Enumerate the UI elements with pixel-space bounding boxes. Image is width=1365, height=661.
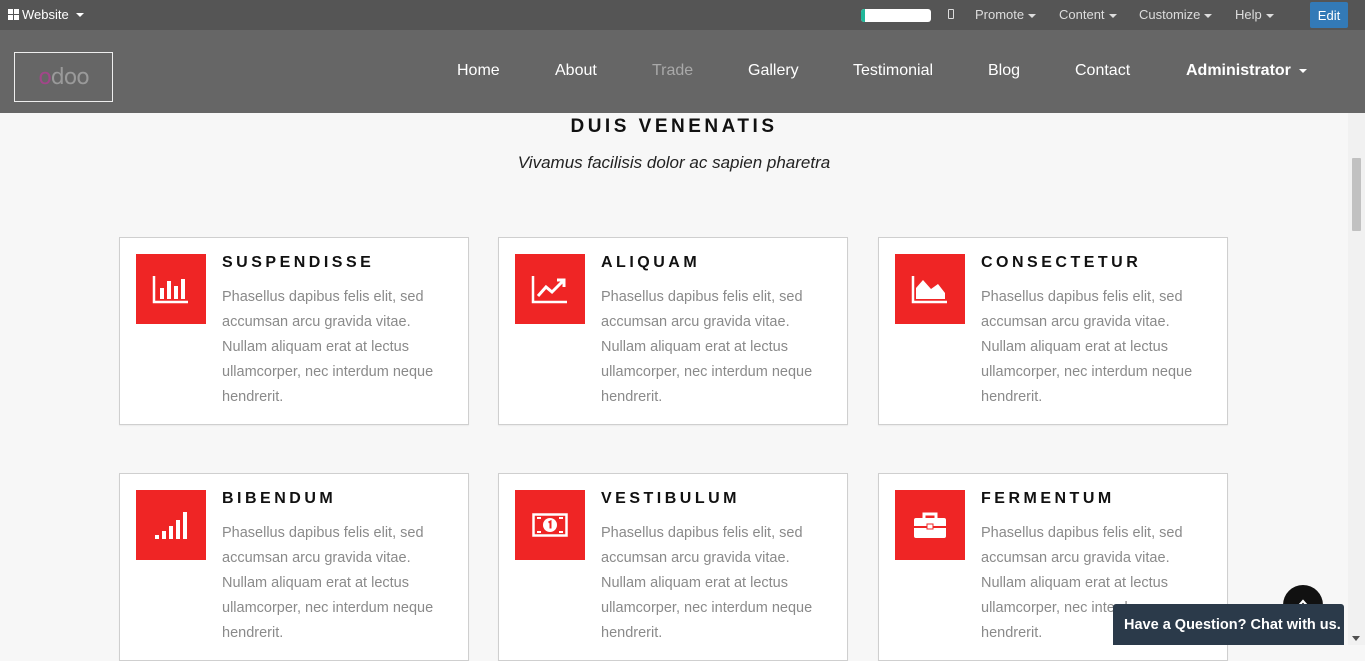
customize-menu[interactable]: Customize <box>1139 7 1213 22</box>
nav-trade[interactable]: Trade <box>652 62 693 80</box>
website-menu-label: Website <box>22 7 69 22</box>
caret-down-icon <box>1204 13 1213 18</box>
caret-down-icon <box>1265 13 1274 18</box>
bar-chart-icon <box>136 254 206 324</box>
edit-button[interactable]: Edit <box>1310 2 1348 28</box>
card-text: Phasellus dapibus felis elit, sed accums… <box>601 525 813 641</box>
line-chart-icon <box>515 254 585 324</box>
nav-home[interactable]: Home <box>457 62 500 80</box>
promote-menu-label: Promote <box>975 7 1025 22</box>
user-menu[interactable]: Administrator <box>1186 62 1307 80</box>
signal-icon <box>136 490 206 560</box>
briefcase-icon <box>895 490 965 560</box>
content-menu-label: Content <box>1059 7 1105 22</box>
caret-down-icon <box>75 12 84 17</box>
nav-contact[interactable]: Contact <box>1075 62 1130 80</box>
caret-down-icon <box>1108 13 1117 18</box>
site-logo[interactable]: odoo <box>14 52 113 102</box>
nav-blog[interactable]: Blog <box>988 62 1020 80</box>
livechat-button[interactable]: Have a Question? Chat with us. <box>1113 604 1344 645</box>
promote-menu[interactable]: Promote <box>975 7 1037 22</box>
apps-grid-icon <box>8 9 19 20</box>
card-text: Phasellus dapibus felis elit, sed accums… <box>222 289 434 405</box>
logo-text: odoo <box>38 64 89 90</box>
card-title: ALIQUAM <box>601 254 701 271</box>
card-title: BIBENDUM <box>222 490 337 507</box>
admin-bar: Website Promote Content Customize Help E… <box>0 0 1365 30</box>
feature-card: CONSECTETUR Phasellus dapibus felis elit… <box>878 237 1228 425</box>
scrollbar-thumb[interactable] <box>1352 158 1361 231</box>
help-menu[interactable]: Help <box>1235 7 1274 22</box>
caret-down-icon <box>1028 13 1037 18</box>
progress-fill <box>861 9 865 22</box>
feature-card: SUSPENDISSE Phasellus dapibus felis elit… <box>119 237 469 425</box>
money-icon <box>515 490 585 560</box>
caret-down-icon <box>1298 68 1307 73</box>
mobile-preview-icon[interactable] <box>948 9 954 19</box>
card-text: Phasellus dapibus felis elit, sed accums… <box>222 525 434 641</box>
nav-testimonial[interactable]: Testimonial <box>853 62 933 80</box>
website-menu[interactable]: Website <box>8 7 84 22</box>
page-scrollbar[interactable] <box>1348 113 1365 645</box>
customize-menu-label: Customize <box>1139 7 1201 22</box>
card-title: CONSECTETUR <box>981 254 1142 271</box>
scroll-down-arrow-icon[interactable] <box>1352 636 1360 641</box>
livechat-label: Have a Question? Chat with us. <box>1124 617 1341 633</box>
card-title: VESTIBULUM <box>601 490 740 507</box>
onboarding-progress[interactable] <box>861 9 931 22</box>
feature-card: BIBENDUM Phasellus dapibus felis elit, s… <box>119 473 469 661</box>
feature-card: VESTIBULUM Phasellus dapibus felis elit,… <box>498 473 848 661</box>
section-subtitle: Vivamus facilisis dolor ac sapien pharet… <box>517 153 831 172</box>
content-menu[interactable]: Content <box>1059 7 1117 22</box>
card-title: SUSPENDISSE <box>222 254 375 271</box>
user-menu-label: Administrator <box>1186 62 1291 79</box>
section-title: DUIS VENENATIS <box>570 116 778 137</box>
area-chart-icon <box>895 254 965 324</box>
help-menu-label: Help <box>1235 7 1262 22</box>
nav-about[interactable]: About <box>555 62 597 80</box>
nav-gallery[interactable]: Gallery <box>748 62 799 80</box>
website-navbar: odoo Home About Trade Gallery Testimonia… <box>0 30 1365 113</box>
card-title: FERMENTUM <box>981 490 1115 507</box>
card-text: Phasellus dapibus felis elit, sed accums… <box>981 289 1193 405</box>
card-text: Phasellus dapibus felis elit, sed accums… <box>601 289 813 405</box>
feature-card: ALIQUAM Phasellus dapibus felis elit, se… <box>498 237 848 425</box>
